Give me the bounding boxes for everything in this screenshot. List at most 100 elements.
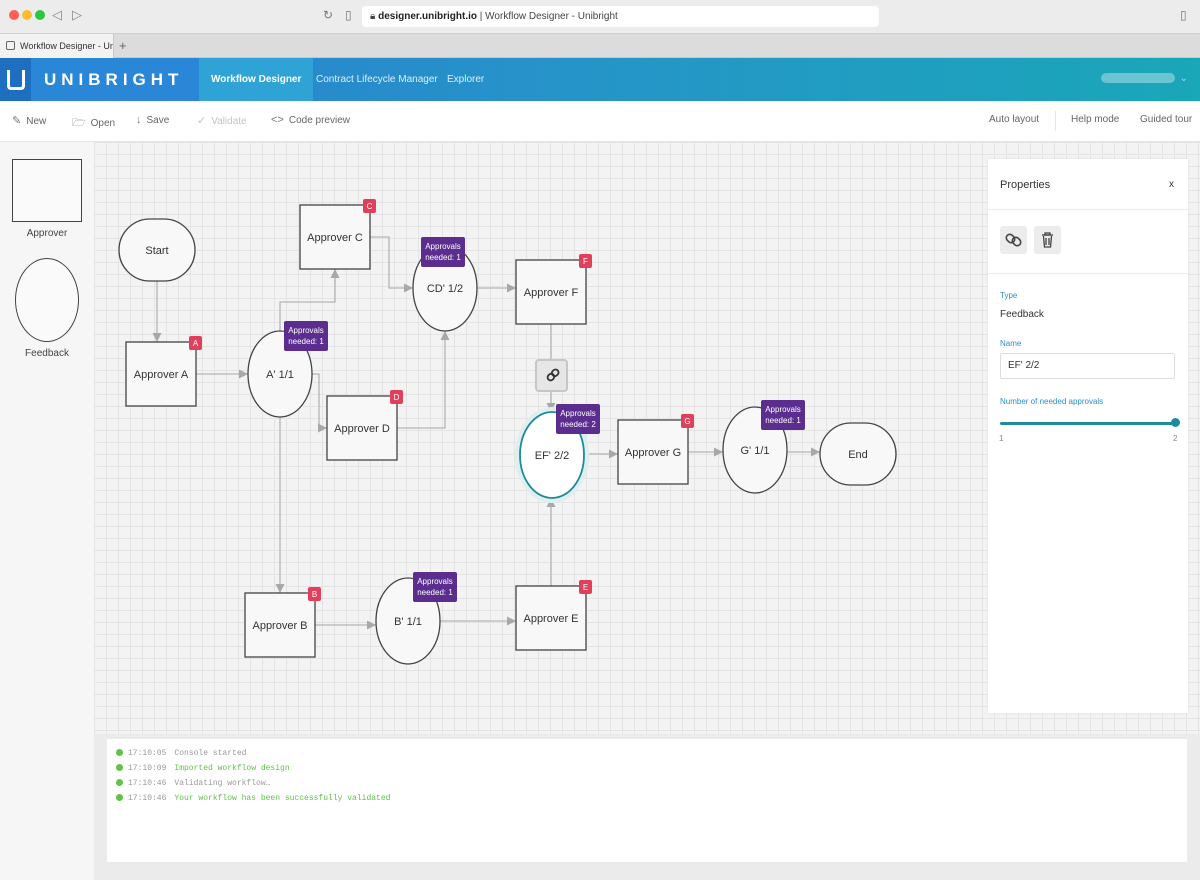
properties-title: Properties [1000,179,1051,191]
feedback-shape-label: Feedback [25,348,69,359]
tab-contract-lifecycle-manager[interactable]: Contract Lifecycle Manager [304,58,450,101]
open-button[interactable]: 🗁︎ Open [72,114,115,133]
browser-tab-title: Workflow Designer - Unib [20,41,114,51]
close-properties-button[interactable]: x [1169,179,1174,190]
shape-palette: Approver Feedback [0,142,94,880]
approvals-needed-count: needed: 1 [765,416,801,425]
node-label: Approver F [524,287,579,299]
approvals-needed-count: needed: 2 [560,420,596,429]
name-input[interactable]: EF' 2/2 [1000,353,1175,379]
pencil-icon: ✎ [12,115,22,127]
log-time: 17:10:46 [128,794,167,803]
open-label: Open [90,118,116,129]
user-email-blurred [1100,73,1175,84]
toolbar: ✎ New 🗁︎ Open ↓ Save ✓ Validate <> Code previ… [0,101,1200,142]
console-line: 17:10:46 Validating workflow… [116,779,270,788]
approvals-needed-label: Approvals [425,242,461,251]
divider [988,273,1188,274]
node-label: CD' 1/2 [427,283,463,295]
auto-layout-button[interactable]: Auto layout [989,114,1039,125]
url-domain: designer.unibright.io [378,11,478,22]
browser-tab[interactable]: Workflow Designer - Unib [0,34,114,58]
node-label: Approver C [307,232,363,244]
close-window-button[interactable] [9,10,19,20]
approvals-needed-count: needed: 1 [417,588,453,597]
guided-tour-button[interactable]: Guided tour [1140,114,1192,125]
tab-explorer[interactable]: Explorer [435,58,496,101]
validate-button[interactable]: ✓ Validate [197,114,247,127]
node-label: Start [145,245,168,257]
type-label: Type [1000,291,1018,300]
name-label: Name [1000,339,1022,348]
node-label: Approver B [252,620,307,632]
node-label: EF' 2/2 [535,450,570,462]
unibright-logo[interactable] [0,58,31,101]
forward-icon[interactable]: ▷ [72,7,82,23]
approver-shape-label: Approver [26,228,68,239]
new-label: New [26,116,47,127]
app-header: UNIBRIGHT Workflow Designer Contract Lif… [0,58,1200,101]
delete-button[interactable] [1034,226,1061,254]
node-badge-label: G [684,417,690,426]
edge-a11-to-approverD[interactable] [312,373,327,433]
trash-icon [1042,232,1053,248]
slider-max-label: 2 [1173,434,1178,443]
approver-shape-tool[interactable] [12,159,82,222]
edge-approverC-to-cd12[interactable] [370,236,413,293]
user-menu[interactable]: ⌄ [1100,73,1188,84]
help-mode-button[interactable]: Help mode [1071,114,1119,125]
status-dot-icon [116,749,123,757]
code-icon: <> [271,114,284,126]
browser-tabbar: Workflow Designer - Unib + [0,34,1200,58]
minimize-window-button[interactable] [22,10,32,20]
new-button[interactable]: ✎ New [12,114,46,127]
type-value: Feedback [1000,309,1044,320]
bookmark-icon[interactable]: ▯ [345,8,352,22]
edge-link-handle[interactable] [535,359,568,392]
code-preview-button[interactable]: <> Code preview [271,114,350,126]
browser-chrome: ◁ ▷ ↻ ▯ 🔒︎ designer.unibright.io | Workf… [0,0,1200,34]
node-badge-label: C [367,202,373,211]
log-time: 17:10:09 [128,764,167,773]
edge-approverD-to-cd12[interactable] [397,331,450,429]
node-label: G' 1/1 [740,445,769,457]
node-badge-label: A [193,339,199,348]
sidebar-toggle-icon[interactable]: ▯ [1180,8,1187,22]
save-button[interactable]: ↓ Save [136,114,169,126]
tab-workflow-designer[interactable]: Workflow Designer [199,58,314,101]
log-message: Validating workflow… [174,779,271,788]
approvals-needed-label: Approvals [417,577,453,586]
console-line: 17:10:09 Imported workflow design [116,764,290,773]
link-button[interactable] [1000,226,1027,254]
approvals-needed-label: Approvals [765,405,801,414]
new-tab-button[interactable]: + [119,38,127,53]
slider-min-label: 1 [999,434,1004,443]
log-message: Your workflow has been successfully vali… [174,794,391,803]
console-line: 17:10:05 Console started [116,749,246,758]
brand-name: UNIBRIGHT [31,58,199,101]
lock-icon: 🔒︎ [370,11,379,22]
console-line: 17:10:46 Your workflow has been successfu… [116,794,390,803]
approvals-slider-track[interactable] [1000,422,1175,425]
back-icon[interactable]: ◁ [52,7,62,23]
status-dot-icon [116,764,123,772]
divider [988,209,1188,210]
status-dot-icon [116,779,123,787]
node-label: End [848,449,868,461]
approvals-slider-thumb[interactable] [1171,418,1180,427]
reload-icon[interactable]: ↻ [323,8,333,22]
logo-mark-icon [7,70,25,90]
approvals-count-label: Number of needed approvals [1000,397,1104,406]
check-icon: ✓ [197,115,207,127]
address-bar[interactable]: 🔒︎ designer.unibright.io | Workflow Desi… [362,6,879,27]
chevron-down-icon: ⌄ [1179,73,1188,84]
maximize-window-button[interactable] [35,10,45,20]
url-title: | Workflow Designer - Unibright [477,11,618,22]
log-time: 17:10:46 [128,779,167,788]
log-time: 17:10:05 [128,749,167,758]
properties-panel: Properties x Type Feedback Name EF' 2/2 … [988,159,1188,713]
node-badge-label: B [312,590,317,599]
status-dot-icon [116,794,123,802]
feedback-shape-tool[interactable] [15,258,79,342]
approvals-needed-count: needed: 1 [288,337,324,346]
